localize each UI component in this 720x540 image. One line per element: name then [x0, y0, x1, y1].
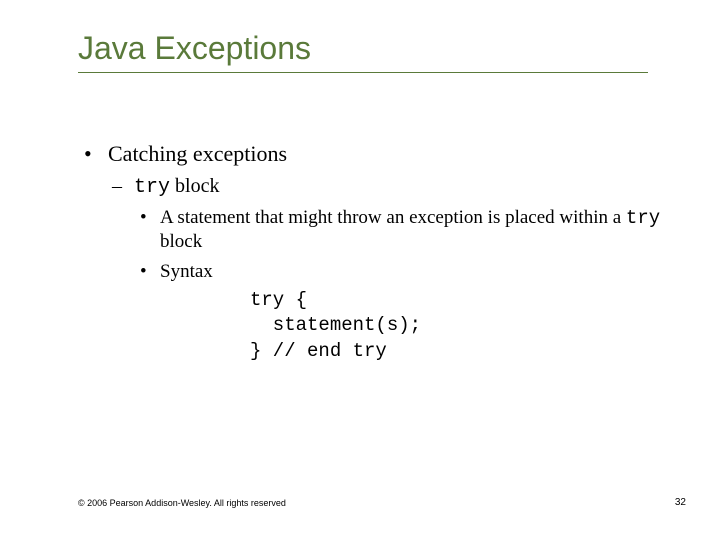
sub1a-code: try [626, 207, 660, 229]
sub1-code: try [134, 176, 170, 199]
title-underline [78, 72, 648, 73]
bullet-level3-b: Syntax try { statement(s); } // end try [134, 260, 670, 365]
sub1a-pre: A statement that might throw an exceptio… [160, 207, 626, 228]
code-line-2: statement(s); [250, 314, 421, 336]
bullet-level3-a: A statement that might throw an exceptio… [134, 206, 670, 255]
bullet-level1: Catching exceptions try block A statemen… [78, 140, 670, 365]
bullet1-text: Catching exceptions [108, 141, 287, 166]
slide: Java Exceptions Catching exceptions try … [0, 0, 720, 540]
code-line-1: try { [250, 289, 307, 311]
code-line-3: } // end try [250, 340, 387, 362]
footer-copyright: © 2006 Pearson Addison-Wesley. All right… [78, 498, 286, 508]
slide-content: Catching exceptions try block A statemen… [78, 140, 670, 371]
sub1b-text: Syntax [160, 261, 213, 282]
bullet-level2: try block A statement that might throw a… [108, 174, 670, 365]
sub1-rest: block [170, 175, 219, 197]
slide-title: Java Exceptions [78, 30, 311, 67]
sub1a-post: block [160, 231, 202, 252]
code-block: try { statement(s); } // end try [160, 288, 670, 365]
slide-number: 32 [675, 497, 686, 508]
